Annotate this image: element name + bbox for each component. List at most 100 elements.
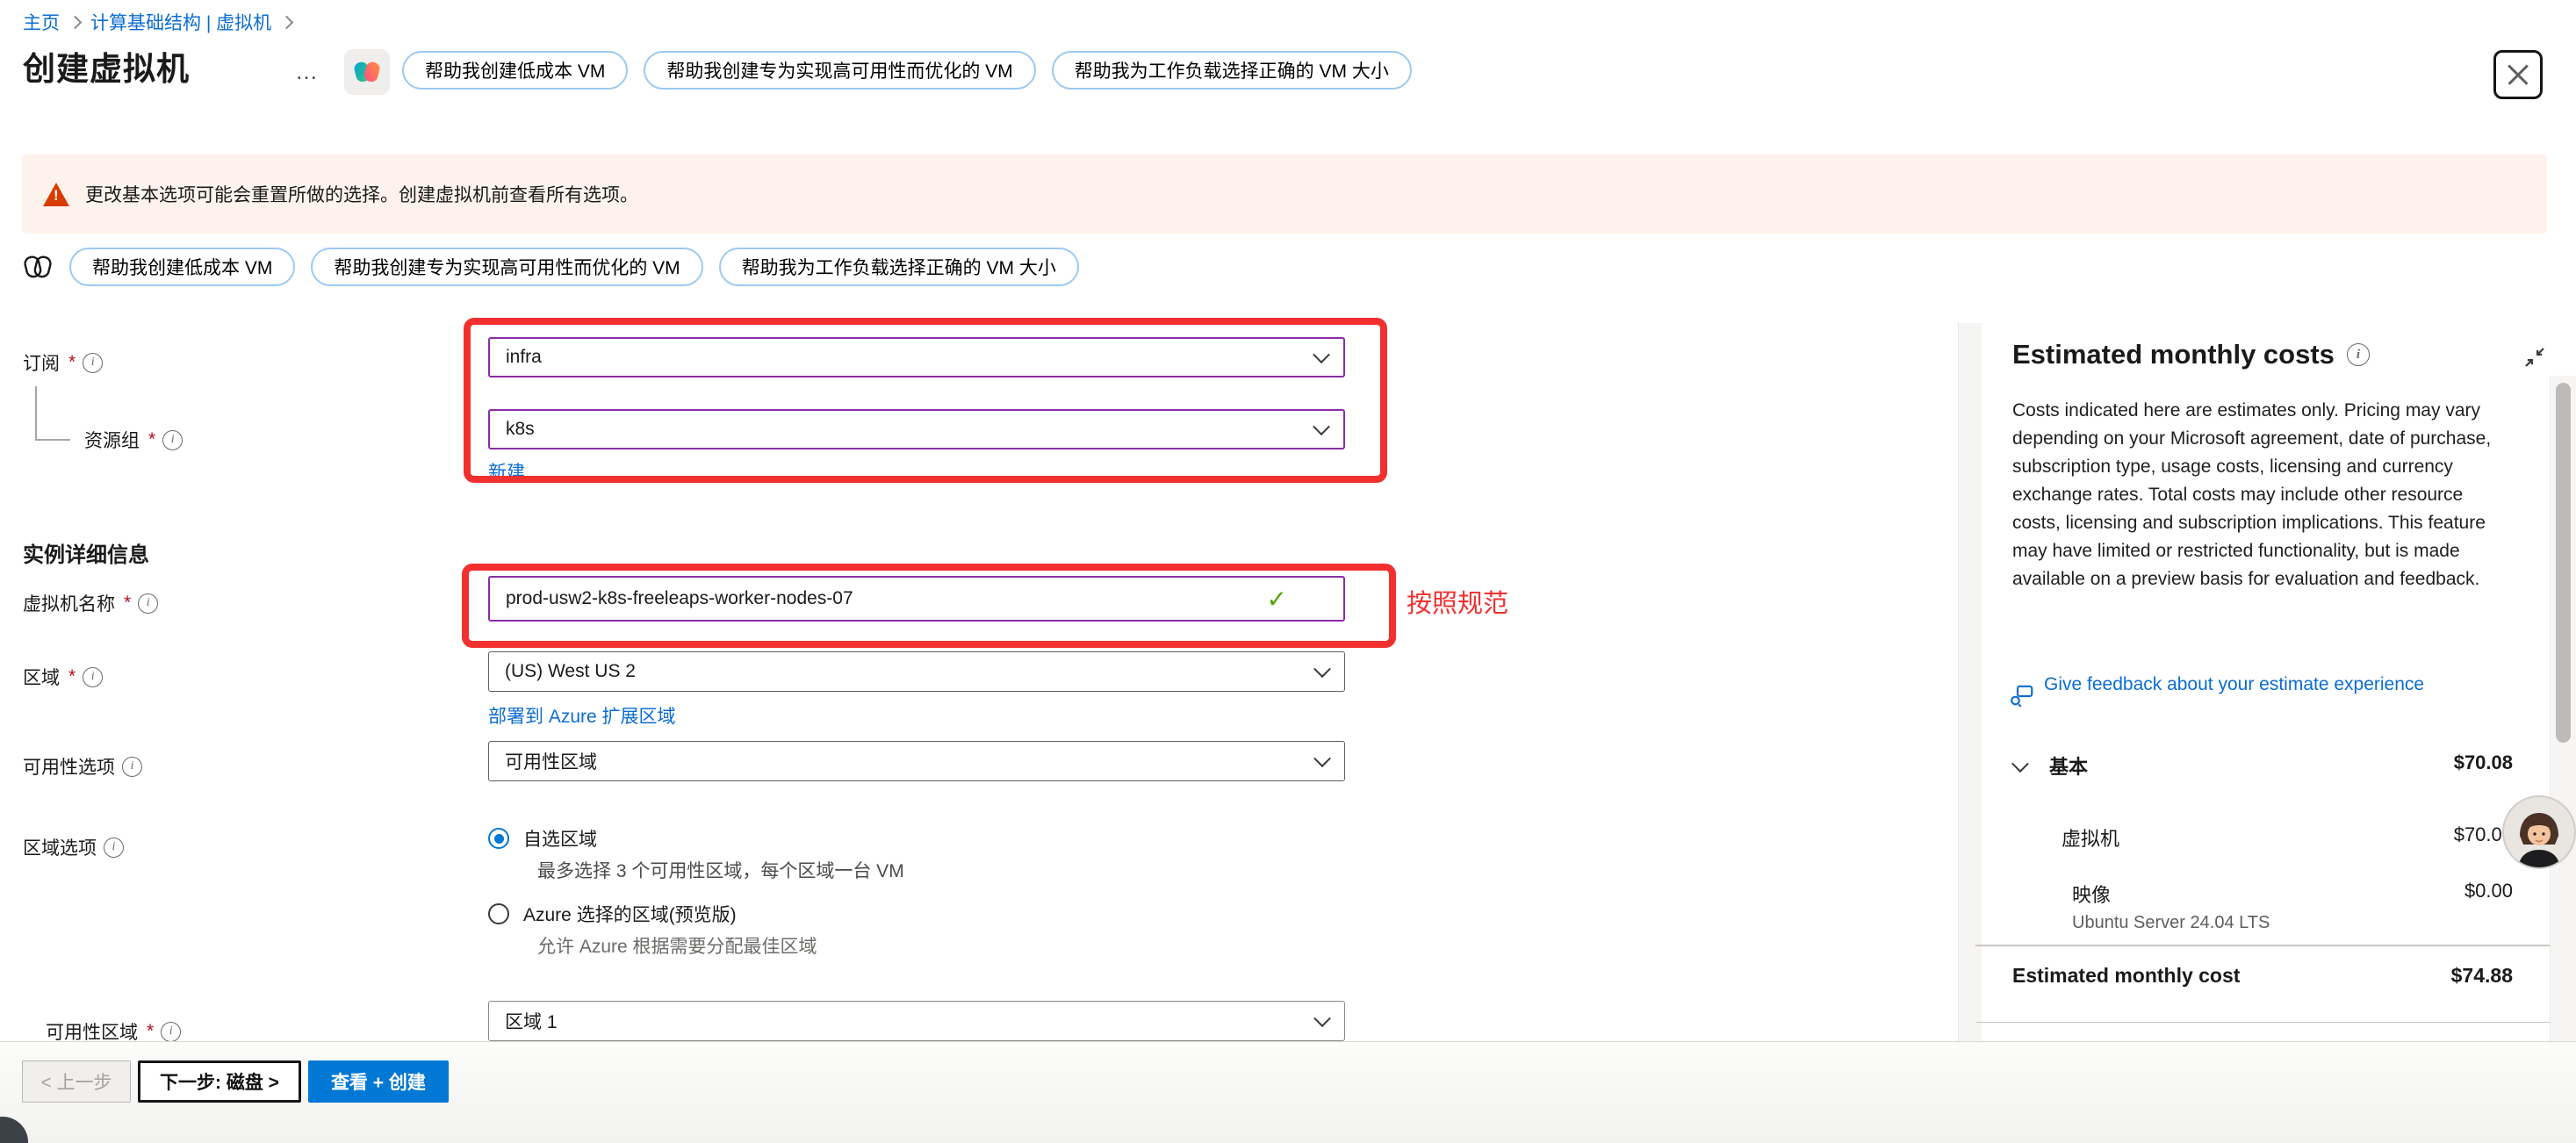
subscription-label: 订阅 * bbox=[23, 349, 103, 376]
estimate-feedback-link[interactable]: Give feedback about your estimate experi… bbox=[2009, 671, 2500, 709]
resource-group-label-text: 资源组 bbox=[84, 427, 140, 453]
review-create-button[interactable]: 查看 + 创建 bbox=[308, 1060, 449, 1103]
copilot-button[interactable] bbox=[344, 49, 390, 95]
chevron-down-icon bbox=[1313, 418, 1330, 435]
warning-banner: 更改基本选项可能会重置所做的选择。创建虚拟机前查看所有选项。 bbox=[22, 155, 2547, 234]
availability-zone-value: 区域 1 bbox=[505, 1008, 558, 1034]
next-step-disks-button[interactable]: 下一步: 磁盘 > bbox=[138, 1060, 301, 1103]
radio-selected-icon[interactable] bbox=[488, 828, 509, 849]
zone-option-azure-select[interactable]: Azure 选择的区域(预览版) bbox=[488, 901, 737, 927]
estimate-feedback-link-text: Give feedback about your estimate experi… bbox=[2044, 671, 2424, 699]
suggest-low-cost-vm-button[interactable]: 帮助我创建低成本 VM bbox=[402, 51, 628, 90]
expander-chevron-icon[interactable] bbox=[2011, 755, 2029, 773]
cost-item-image-label: 映像 bbox=[2072, 880, 2111, 908]
chevron-down-icon bbox=[1313, 1010, 1331, 1027]
info-icon[interactable] bbox=[162, 430, 183, 450]
suggest-low-cost-vm-button[interactable]: 帮助我创建低成本 VM bbox=[69, 248, 295, 286]
region-label: 区域 * bbox=[23, 664, 103, 690]
suggest-high-availability-vm-button[interactable]: 帮助我创建专为实现高可用性而优化的 VM bbox=[644, 51, 1035, 90]
zone-option-azure-select-label: Azure 选择的区域(预览版) bbox=[523, 901, 737, 927]
panel-scrollbar-thumb[interactable] bbox=[2556, 383, 2571, 743]
vm-name-annotation-text: 按照规范 bbox=[1407, 583, 1508, 620]
vm-name-value: prod-usw2-k8s-freeleaps-worker-nodes-07 bbox=[506, 588, 853, 609]
availability-options-label-text: 可用性选项 bbox=[23, 753, 115, 780]
required-marker: * bbox=[124, 593, 131, 614]
suggest-high-availability-vm-button[interactable]: 帮助我创建专为实现高可用性而优化的 VM bbox=[311, 248, 702, 286]
cost-item-image-sub: Ubuntu Server 24.04 LTS bbox=[2072, 913, 2270, 933]
suggest-right-vm-size-button[interactable]: 帮助我为工作负载选择正确的 VM 大小 bbox=[719, 248, 1079, 286]
required-marker: * bbox=[68, 352, 76, 373]
info-icon[interactable] bbox=[104, 837, 124, 858]
info-icon[interactable] bbox=[2347, 343, 2370, 366]
warning-text: 更改基本选项可能会重置所做的选择。创建虚拟机前查看所有选项。 bbox=[85, 181, 638, 207]
cost-panel-title: Estimated monthly costs bbox=[2012, 339, 2335, 370]
required-marker: * bbox=[68, 666, 76, 687]
warning-icon bbox=[43, 183, 69, 206]
instance-details-section-title: 实例详细信息 bbox=[23, 537, 149, 568]
availability-options-label: 可用性选项 bbox=[23, 753, 142, 780]
info-icon[interactable] bbox=[83, 353, 103, 373]
info-icon[interactable] bbox=[122, 757, 142, 777]
chevron-down-icon bbox=[1313, 346, 1330, 363]
create-new-resource-group-link[interactable]: 新建 bbox=[488, 458, 525, 485]
header-suggestion-buttons: 帮助我创建低成本 VM 帮助我创建专为实现高可用性而优化的 VM 帮助我为工作负… bbox=[402, 51, 1412, 90]
more-options-button[interactable]: … bbox=[295, 58, 320, 85]
region-value: (US) West US 2 bbox=[505, 661, 636, 682]
cost-disclaimer: Costs indicated here are estimates only.… bbox=[2012, 397, 2509, 593]
availability-options-value: 可用性区域 bbox=[505, 748, 597, 774]
info-icon[interactable] bbox=[161, 1022, 181, 1042]
collapse-panel-icon[interactable] bbox=[2522, 344, 2548, 370]
feedback-bubbles-icon bbox=[2009, 683, 2035, 709]
panel-divider bbox=[1975, 945, 2551, 946]
panel-divider bbox=[1975, 1022, 2551, 1023]
breadcrumb: 主页 计算基础结构 | 虚拟机 bbox=[23, 9, 291, 35]
zone-option-self-select[interactable]: 自选区域 bbox=[488, 825, 597, 852]
total-cost-label: Estimated monthly cost bbox=[2012, 964, 2240, 988]
suggest-right-vm-size-button[interactable]: 帮助我为工作负载选择正确的 VM 大小 bbox=[1052, 51, 1412, 90]
deploy-extended-zone-link[interactable]: 部署到 Azure 扩展区域 bbox=[488, 702, 676, 729]
cost-group-amount: $70.08 bbox=[2454, 751, 2513, 774]
vm-name-input[interactable]: prod-usw2-k8s-freeleaps-worker-nodes-07 … bbox=[488, 576, 1345, 622]
cost-item-vm-label: 虚拟机 bbox=[2062, 823, 2119, 852]
cost-item-image-amount: $0.00 bbox=[2464, 880, 2513, 902]
copilot-outline-icon bbox=[22, 251, 54, 283]
zone-options-label: 区域选项 bbox=[23, 834, 124, 860]
chevron-right-icon bbox=[68, 15, 83, 29]
resource-group-dropdown[interactable]: k8s bbox=[488, 409, 1345, 449]
subscription-label-text: 订阅 bbox=[23, 349, 60, 376]
previous-step-button[interactable]: < 上一步 bbox=[22, 1060, 131, 1103]
resource-group-value: k8s bbox=[506, 419, 535, 440]
vm-name-label-text: 虚拟机名称 bbox=[23, 590, 115, 616]
chevron-down-icon bbox=[1313, 750, 1331, 767]
chevron-down-icon bbox=[1313, 660, 1331, 678]
zone-option-self-select-label: 自选区域 bbox=[523, 825, 597, 852]
tree-connector bbox=[35, 439, 70, 441]
chevron-right-icon bbox=[280, 15, 294, 29]
zone-options-label-text: 区域选项 bbox=[23, 834, 97, 860]
info-icon[interactable] bbox=[83, 667, 103, 687]
radio-unselected-icon[interactable] bbox=[488, 903, 509, 924]
close-button[interactable] bbox=[2493, 50, 2543, 99]
vm-name-label: 虚拟机名称 * bbox=[23, 590, 158, 616]
zone-option-self-select-desc: 最多选择 3 个可用性区域，每个区域一台 VM bbox=[537, 857, 904, 883]
required-marker: * bbox=[148, 429, 155, 450]
content-scrollbar-track[interactable] bbox=[1958, 323, 1982, 1041]
region-label-text: 区域 bbox=[23, 664, 60, 690]
valid-check-icon: ✓ bbox=[1267, 585, 1287, 614]
copilot-icon bbox=[351, 56, 383, 88]
required-marker: * bbox=[147, 1021, 154, 1042]
cost-group-label[interactable]: 基本 bbox=[2049, 751, 2088, 780]
page-title: 创建虚拟机 bbox=[23, 42, 190, 90]
availability-options-dropdown[interactable]: 可用性区域 bbox=[488, 741, 1345, 781]
avatar-face-icon bbox=[2504, 797, 2574, 867]
assistant-avatar[interactable] bbox=[2502, 795, 2576, 869]
breadcrumb-section-link[interactable]: 计算基础结构 | 虚拟机 bbox=[90, 9, 271, 35]
wizard-footer: < 上一步 下一步: 磁盘 > 查看 + 创建 bbox=[0, 1041, 2576, 1143]
subscription-dropdown[interactable]: infra bbox=[488, 337, 1345, 377]
create-vm-page: 主页 计算基础结构 | 虚拟机 创建虚拟机 … 帮助我创建低成本 VM 帮助我创… bbox=[0, 0, 2576, 1143]
region-dropdown[interactable]: (US) West US 2 bbox=[488, 651, 1345, 692]
zone-option-azure-select-desc: 允许 Azure 根据需要分配最佳区域 bbox=[537, 932, 817, 959]
info-icon[interactable] bbox=[138, 593, 158, 614]
availability-zone-dropdown[interactable]: 区域 1 bbox=[488, 1001, 1345, 1041]
breadcrumb-home-link[interactable]: 主页 bbox=[23, 9, 60, 35]
